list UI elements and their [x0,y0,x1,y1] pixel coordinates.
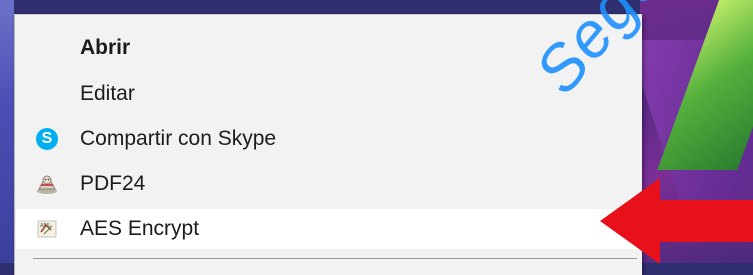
red-arrow-icon [600,178,753,264]
pdf24-icon [35,172,59,196]
menu-item-label: Compartir con Skype [80,127,277,150]
skype-glyph: S [36,128,58,150]
menu-item-label: Abrir [80,36,131,59]
menu-item-label: AES Encrypt [80,217,200,240]
menu-separator [33,258,637,259]
svg-text:AES: AES [40,223,50,229]
menu-item-compartir-skype[interactable]: S Compartir con Skype [16,119,641,159]
desktop-background-left [0,0,14,263]
menu-item-aes-encrypt[interactable]: AES AES Encrypt [16,209,641,249]
menu-item-label: Editar [80,82,135,105]
aes-encrypt-icon: AES [35,217,59,241]
menu-item-label: PDF24 [80,172,146,195]
menu-item-pdf24[interactable]: PDF24 [16,164,641,204]
skype-icon: S [35,127,59,151]
